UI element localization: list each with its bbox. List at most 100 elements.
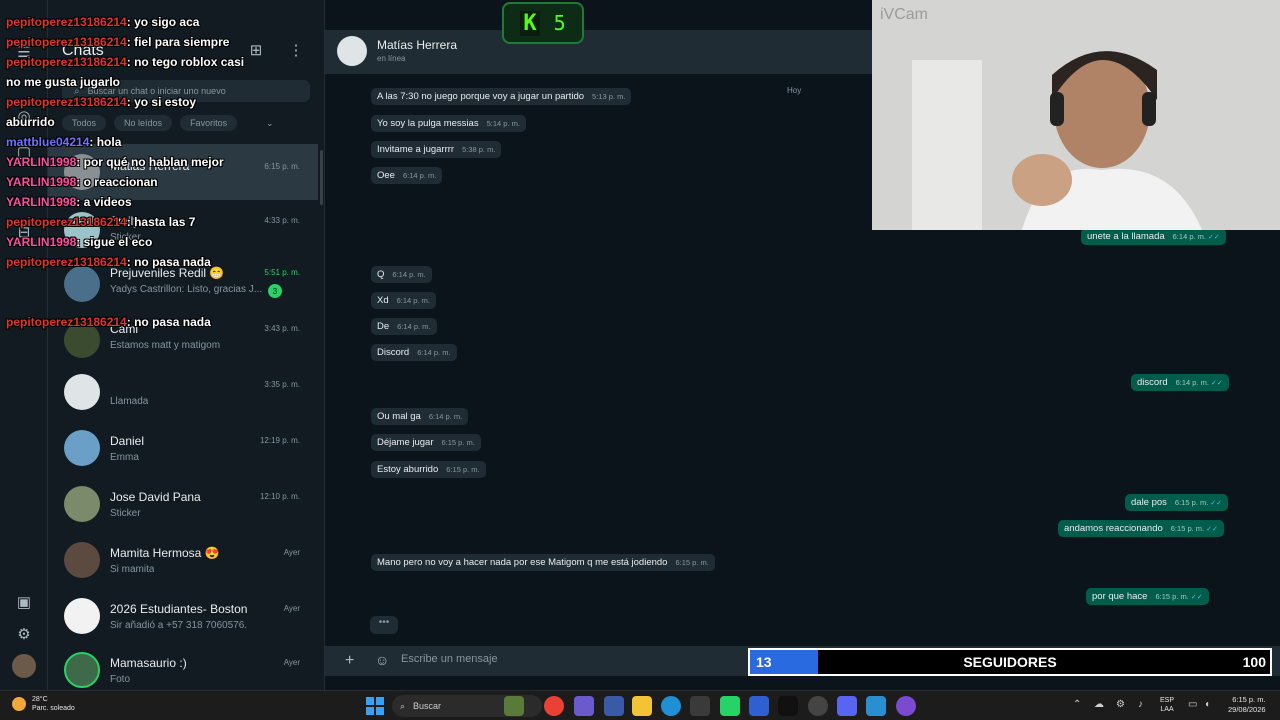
- taskbar-search-label: Buscar: [413, 701, 442, 711]
- chat-preview: Estamos matt y matigom: [110, 340, 221, 351]
- app-icon[interactable]: [866, 696, 886, 716]
- chat-name: Mamasaurio :): [110, 656, 187, 670]
- chat-item[interactable]: Llamada 3:35 p. m.: [48, 364, 318, 420]
- stream-chat-line: pepitoperez13186214: fiel para siempre: [6, 35, 230, 49]
- followers-label: SEGUIDORES: [963, 654, 1057, 670]
- stream-chat-line: YARLIN1998: sigue el eco: [6, 235, 153, 249]
- app-icon[interactable]: [749, 696, 769, 716]
- stream-chat-overlay: pepitoperez13186214: yo sigo aca pepitop…: [6, 12, 246, 332]
- message-bubble: andamos reaccionando 6:15 p. m. ✓✓: [1058, 520, 1224, 537]
- microphone-icon[interactable]: ♪: [1138, 699, 1143, 710]
- profile-avatar[interactable]: [12, 654, 36, 678]
- new-chat-icon[interactable]: ⊞: [246, 40, 266, 60]
- message-bubble: Estoy aburrido 6:15 p. m.: [371, 461, 486, 478]
- edge-icon[interactable]: [661, 696, 681, 716]
- read-check-icon: ✓✓: [1206, 526, 1218, 533]
- chat-preview: Emma: [110, 452, 139, 463]
- message-time: 6:14 p. m.: [1175, 378, 1209, 387]
- message-time: 6:14 p. m.: [1172, 232, 1206, 241]
- chevron-down-icon[interactable]: ⌄: [266, 118, 274, 129]
- stream-chat-line: mattblue04214: hola: [6, 135, 122, 149]
- message-input[interactable]: Escribe un mensaje: [401, 653, 498, 665]
- attach-plus-icon[interactable]: +: [345, 652, 354, 670]
- avatar: [64, 652, 100, 688]
- store-icon[interactable]: [690, 696, 710, 716]
- chat-username: pepitoperez13186214: [6, 215, 127, 229]
- message-bubble: Yo soy la pulga messias 5:14 p. m.: [371, 115, 526, 132]
- stream-chat-line: pepitoperez13186214: yo sigo aca: [6, 15, 200, 29]
- emoji-icon[interactable]: ☺: [375, 652, 389, 668]
- chat-message: sigue el eco: [83, 235, 153, 249]
- chat-item[interactable]: Daniel Emma 12:19 p. m.: [48, 420, 318, 476]
- message-text: Yo soy la pulga messias: [377, 118, 479, 129]
- message-time: 5:38 p. m.: [462, 145, 496, 154]
- taskbar: 28°C Parc. soleado ⌕ Buscar ⌃ ☁ ⚙ ♪ ESP …: [0, 690, 1280, 720]
- chat-name: 2026 Estudiantes- Boston: [110, 602, 248, 616]
- app-icon[interactable]: [604, 696, 624, 716]
- widget-app-icon[interactable]: [504, 696, 524, 716]
- day-chip: Hoy: [787, 86, 802, 95]
- message-bubble: Mano pero no voy a hacer nada por ese Ma…: [371, 554, 715, 571]
- chat-username: pepitoperez13186214: [6, 15, 127, 29]
- avatar: [64, 598, 100, 634]
- discord-icon[interactable]: [837, 696, 857, 716]
- kick-viewer-counter: K 5: [502, 2, 584, 44]
- message-text: discord: [1137, 377, 1168, 388]
- app-icon[interactable]: [808, 696, 828, 716]
- chat-message: a videos: [83, 195, 132, 209]
- message-text: por que hace: [1092, 591, 1148, 602]
- chat-name: Mamita Hermosa 😍: [110, 546, 220, 560]
- language-bottom: LAA: [1160, 706, 1174, 713]
- file-explorer-icon[interactable]: [632, 696, 652, 716]
- app-icon[interactable]: [896, 696, 916, 716]
- tray-icon[interactable]: ⚙: [1116, 699, 1125, 710]
- chat-item[interactable]: Mamita Hermosa 😍 Si mamita Ayer: [48, 532, 318, 588]
- message-text: unete a la llamada: [1087, 231, 1165, 242]
- chat-message: no pasa nada: [134, 315, 211, 329]
- chat-item[interactable]: 2026 Estudiantes- Boston Sir añadió a +5…: [48, 588, 318, 644]
- menu-icon[interactable]: ⋮: [286, 40, 306, 60]
- chat-list-scrollbar[interactable]: [320, 150, 323, 205]
- whatsapp-icon[interactable]: [720, 696, 740, 716]
- chat-message: o reaccionan: [83, 175, 158, 189]
- chat-preview: Foto: [110, 674, 131, 685]
- weather-desc: Parc. soleado: [32, 705, 75, 712]
- message-text: Mano pero no voy a hacer nada por ese Ma…: [377, 557, 668, 568]
- clock-time: 6:15 p. m.: [1232, 695, 1266, 704]
- weather-widget[interactable]: 28°C Parc. soleado: [12, 695, 75, 713]
- network-icon[interactable]: ▭: [1188, 699, 1197, 710]
- chat-message: fiel para siempre: [134, 35, 230, 49]
- message-text: A las 7:30 no juego porque voy a jugar u…: [377, 91, 585, 102]
- chat-username: YARLIN1998: [6, 195, 77, 209]
- message-time: 6:15 p. m.: [446, 465, 480, 474]
- media-icon[interactable]: ▣: [12, 590, 36, 614]
- stream-chat-line: pepitoperez13186214: yo si estoy aburrid…: [6, 95, 197, 129]
- avatar: [64, 430, 100, 466]
- chevron-up-icon[interactable]: ⌃: [1073, 699, 1081, 710]
- chat-preview: Llamada: [110, 396, 149, 407]
- contact-avatar[interactable]: [337, 36, 367, 66]
- message-bubble: dale pos 6:15 p. m. ✓✓: [1125, 494, 1229, 511]
- windows-start-icon[interactable]: [366, 697, 384, 715]
- chat-username: YARLIN1998: [6, 235, 77, 249]
- chat-name: Daniel: [110, 434, 145, 448]
- tiktok-icon[interactable]: [778, 696, 798, 716]
- chat-username: pepitoperez13186214: [6, 255, 127, 269]
- message-text: Q: [377, 269, 385, 280]
- followers-goal: 100: [1242, 654, 1266, 670]
- chrome-icon[interactable]: [544, 696, 564, 716]
- avatar: [64, 486, 100, 522]
- volume-icon[interactable]: ◖: [1204, 699, 1210, 710]
- message-text: Déjame jugar: [377, 437, 434, 448]
- settings-icon[interactable]: ⚙: [12, 622, 36, 646]
- language-indicator[interactable]: ESP LAA: [1160, 696, 1174, 714]
- app-icon[interactable]: [574, 696, 594, 716]
- message-time: 6:15 p. m.: [1155, 592, 1189, 601]
- message-bubble: De 6:14 p. m.: [371, 318, 437, 335]
- chat-message: no pasa nada: [134, 255, 211, 269]
- webcam-feed: [872, 0, 1280, 230]
- tray-icon[interactable]: ☁: [1094, 699, 1104, 710]
- message-text: dale pos: [1131, 497, 1167, 508]
- system-clock[interactable]: 6:15 p. m. 29/08/2026: [1228, 695, 1266, 715]
- chat-item[interactable]: Jose David Pana Sticker 12:10 p. m.: [48, 476, 318, 532]
